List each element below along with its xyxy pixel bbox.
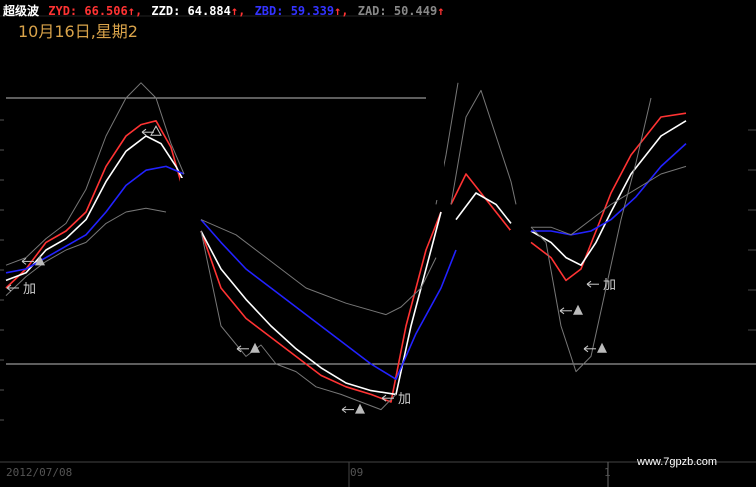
up-arrow-icon: ↑ bbox=[437, 4, 445, 18]
indicator-value-zad: ZAD: 50.449↑ bbox=[350, 4, 445, 18]
up-arrow-icon: ↑, bbox=[334, 4, 349, 18]
chart-gap bbox=[180, 178, 194, 278]
indicator-chart[interactable]: 加加加 bbox=[0, 0, 756, 487]
signal-marker bbox=[583, 342, 607, 353]
series-zyd-line bbox=[200, 211, 442, 403]
chart-gap bbox=[426, 90, 444, 200]
triangle-icon bbox=[597, 342, 607, 353]
signal-marker bbox=[141, 125, 162, 136]
indicator-name: 超级波 bbox=[3, 4, 40, 18]
signal-marker bbox=[559, 304, 583, 315]
signal-marker: 加 bbox=[6, 282, 36, 297]
triangle-icon bbox=[250, 342, 260, 353]
series-zad-line bbox=[530, 97, 652, 373]
series-zbd-line bbox=[531, 143, 687, 236]
series-zad-line bbox=[200, 230, 397, 411]
axes-layer bbox=[0, 15, 756, 487]
x-label-start: 2012/07/08 bbox=[6, 466, 73, 479]
signal-label: 加 bbox=[398, 392, 411, 407]
series-layer bbox=[5, 82, 687, 411]
x-label-mid: 09 bbox=[350, 466, 364, 479]
chart-gap bbox=[510, 230, 524, 270]
up-arrow-icon: ↑, bbox=[230, 4, 246, 18]
indicator-value-zbd: ZBD: 59.339↑, bbox=[247, 4, 349, 18]
triangle-icon bbox=[355, 403, 365, 414]
series-zyd-line bbox=[450, 173, 512, 232]
signal-layer: 加加加 bbox=[6, 125, 616, 414]
indicator-value-zzd: ZZD: 64.884↑, bbox=[144, 4, 246, 18]
series-zbd-line bbox=[5, 165, 185, 274]
series-zzd-line bbox=[530, 120, 687, 266]
x-label-end: 1 bbox=[604, 466, 611, 479]
signal-label: 加 bbox=[23, 282, 36, 297]
indicator-value-zyd: ZYD: 66.506↑, bbox=[48, 4, 143, 18]
series-zyd-line bbox=[5, 120, 185, 289]
triangle-icon bbox=[573, 304, 583, 315]
series-zzd-line bbox=[5, 135, 185, 282]
signal-marker bbox=[341, 403, 365, 414]
indicator-header: 超级波 ZYD: 66.506↑, ZZD: 64.884↑, ZBD: 59.… bbox=[3, 2, 448, 19]
mask-layer bbox=[180, 90, 524, 278]
series-zad-line bbox=[450, 89, 517, 205]
signal-marker: 加 bbox=[586, 278, 616, 293]
series-zad-line bbox=[200, 219, 437, 316]
indicator-values: ZYD: 66.506↑, ZZD: 64.884↑, ZBD: 59.339↑… bbox=[48, 4, 446, 18]
signal-marker bbox=[236, 342, 260, 353]
series-zyd-line bbox=[530, 112, 687, 282]
date-label: 10月16日,星期2 bbox=[18, 22, 138, 41]
series-zad-line bbox=[5, 82, 185, 266]
watermark: www.7gpzb.com bbox=[637, 456, 718, 468]
signal-label: 加 bbox=[603, 278, 616, 293]
series-zzd-line bbox=[455, 192, 512, 224]
up-arrow-icon: ↑, bbox=[127, 4, 143, 18]
